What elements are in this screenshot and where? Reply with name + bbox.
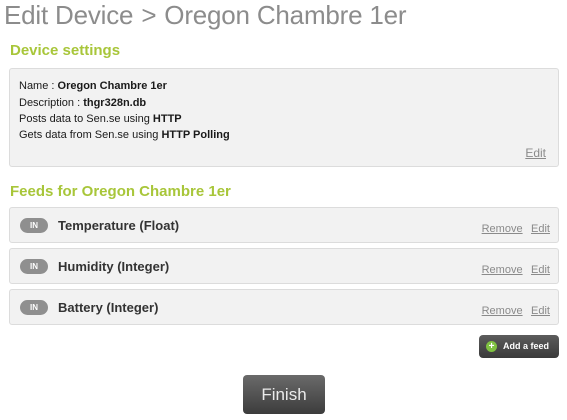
in-badge: IN: [20, 300, 48, 315]
feed-actions: Remove Edit: [478, 301, 550, 319]
feed-name: Humidity (Integer): [58, 259, 170, 274]
add-feed-button[interactable]: + Add a feed: [479, 335, 559, 358]
device-name-line: Name : Oregon Chambre 1er: [19, 80, 167, 92]
feeds-heading: Feeds for Oregon Chambre 1er: [10, 183, 231, 200]
remove-feed-link[interactable]: Remove: [482, 264, 523, 276]
gets-protocol-label: Gets data from Sen.se using: [19, 129, 162, 141]
feed-actions: Remove Edit: [478, 260, 550, 278]
device-name-label: Name :: [19, 80, 58, 92]
device-description-label: Description :: [19, 97, 84, 109]
edit-device-settings-link[interactable]: Edit: [525, 146, 546, 160]
add-feed-label: Add a feed: [503, 341, 550, 351]
gets-protocol-value: HTTP Polling: [161, 129, 230, 141]
finish-button[interactable]: Finish: [243, 375, 325, 414]
in-badge: IN: [20, 218, 48, 233]
feed-row: IN Temperature (Float) Remove Edit: [9, 207, 559, 243]
device-name-value: Oregon Chambre 1er: [57, 80, 167, 92]
edit-feed-link[interactable]: Edit: [531, 305, 550, 317]
posts-protocol-label: Posts data to Sen.se using: [19, 113, 153, 125]
edit-feed-link[interactable]: Edit: [531, 264, 550, 276]
page-title-prefix: Edit Device: [4, 0, 134, 30]
feed-name: Temperature (Float): [58, 218, 180, 233]
plus-circle-icon: +: [486, 341, 497, 352]
posts-protocol-value: HTTP: [152, 113, 182, 125]
remove-feed-link[interactable]: Remove: [482, 305, 523, 317]
posts-protocol-line: Posts data to Sen.se using HTTP: [19, 113, 182, 125]
device-settings-heading: Device settings: [10, 42, 121, 59]
device-description-value: thgr328n.db: [83, 97, 147, 109]
edit-feed-link[interactable]: Edit: [531, 223, 550, 235]
feed-row: IN Humidity (Integer) Remove Edit: [9, 248, 559, 284]
device-description-line: Description : thgr328n.db: [19, 97, 146, 109]
breadcrumb-separator: >: [141, 0, 157, 30]
gets-protocol-line: Gets data from Sen.se using HTTP Polling: [19, 129, 230, 141]
feed-actions: Remove Edit: [478, 219, 550, 237]
page-title: Edit Device > Oregon Chambre 1er: [4, 0, 407, 31]
feed-row: IN Battery (Integer) Remove Edit: [9, 289, 559, 325]
in-badge: IN: [20, 259, 48, 274]
page-title-device-name: Oregon Chambre 1er: [164, 0, 407, 30]
remove-feed-link[interactable]: Remove: [482, 223, 523, 235]
device-settings-panel: Name : Oregon Chambre 1er Description : …: [9, 68, 559, 167]
feed-name: Battery (Integer): [58, 300, 159, 315]
